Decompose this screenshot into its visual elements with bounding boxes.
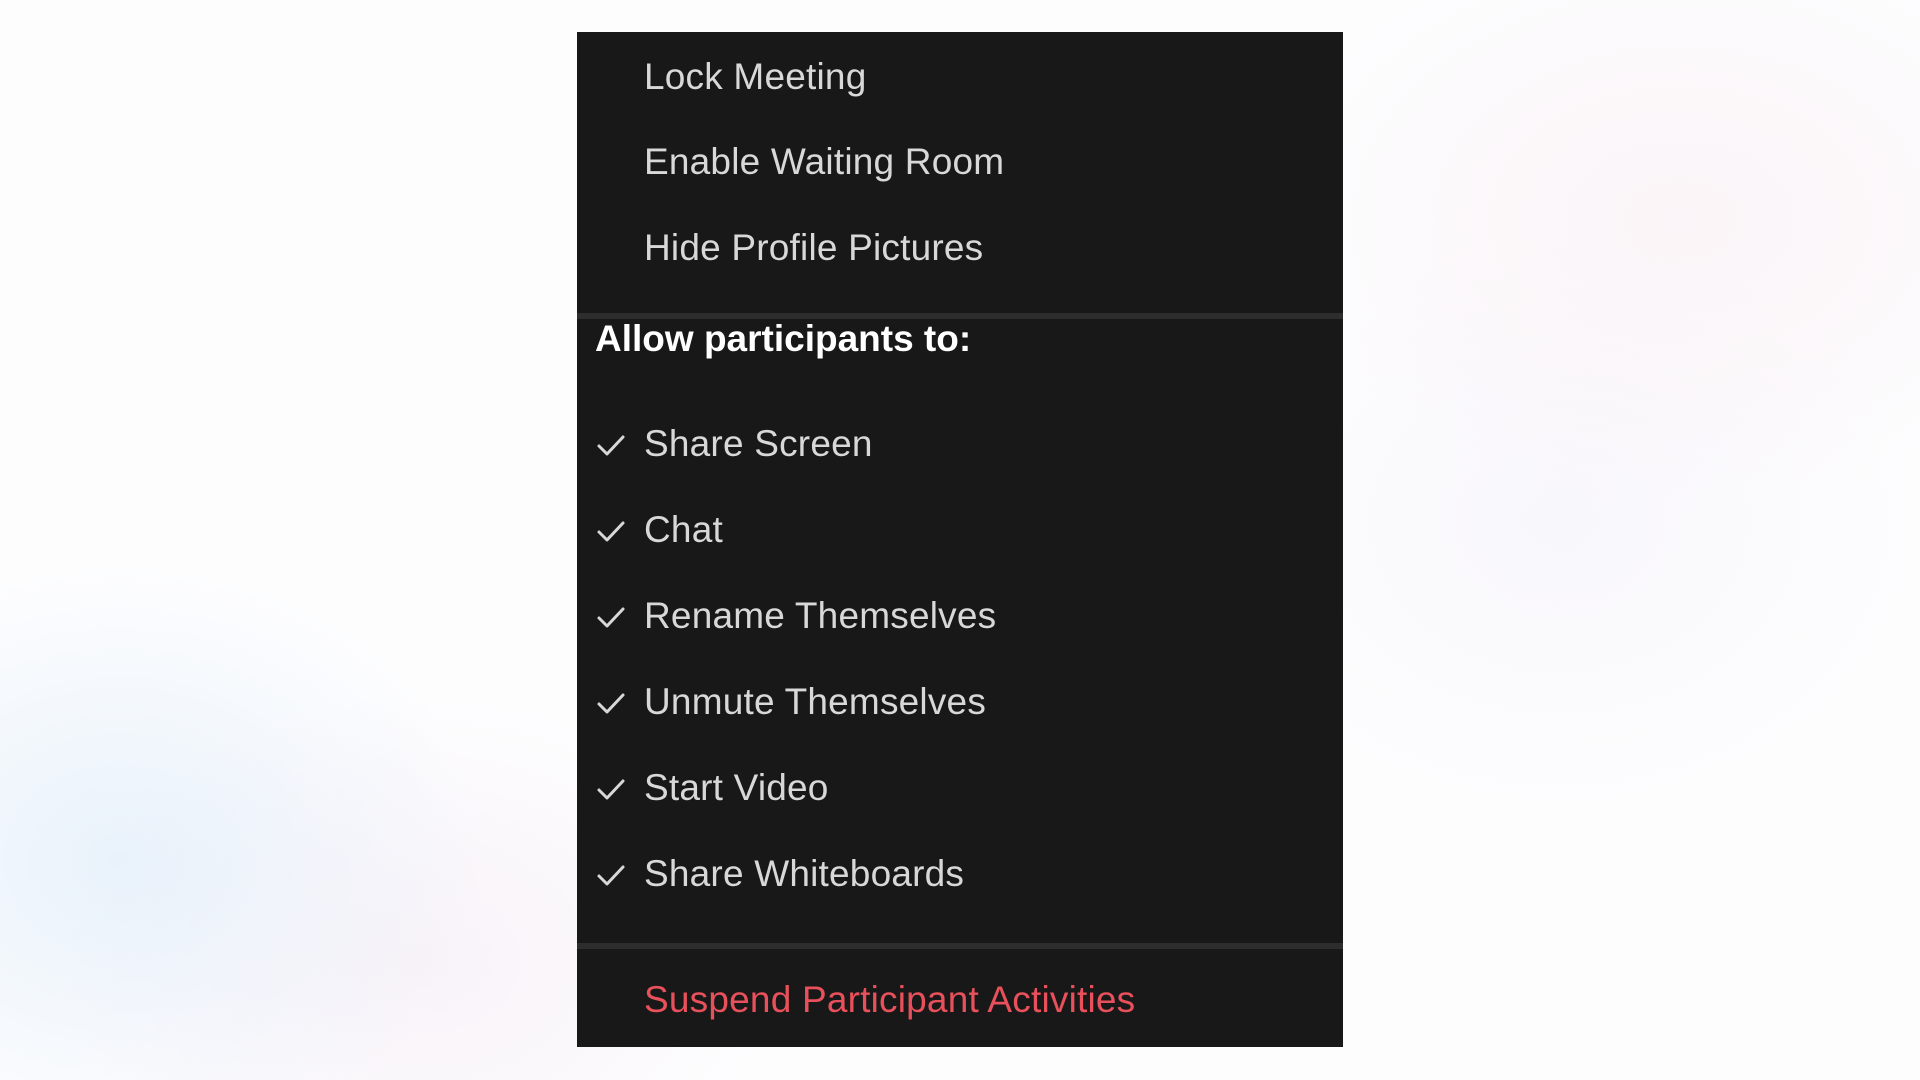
checkmark-icon	[596, 433, 628, 459]
menu-item-label: Enable Waiting Room	[644, 141, 1005, 182]
menu-item-label: Unmute Themselves	[644, 681, 987, 722]
suspend-participant-activities-button[interactable]: Suspend Participant Activities	[577, 949, 1343, 1047]
menu-item-label: Start Video	[644, 767, 829, 808]
section-header-label: Allow participants to:	[595, 318, 972, 359]
menu-item-chat[interactable]: Chat	[577, 485, 1343, 571]
menu-item-rename-themselves[interactable]: Rename Themselves	[577, 571, 1343, 657]
menu-item-label: Rename Themselves	[644, 595, 997, 636]
checkmark-icon	[596, 863, 628, 889]
checkmark-icon	[596, 605, 628, 631]
checkmark-icon	[596, 777, 628, 803]
menu-item-share-whiteboards[interactable]: Share Whiteboards	[577, 829, 1343, 915]
menu-item-label: Chat	[644, 509, 723, 550]
menu-item-label: Share Screen	[644, 423, 873, 464]
menu-item-enable-waiting-room[interactable]: Enable Waiting Room	[577, 117, 1343, 203]
menu-item-label: Share Whiteboards	[644, 853, 965, 894]
checkmark-icon	[596, 519, 628, 545]
menu-item-hide-profile-pictures[interactable]: Hide Profile Pictures	[577, 203, 1343, 289]
menu-item-unmute-themselves[interactable]: Unmute Themselves	[577, 657, 1343, 743]
security-menu: Lock Meeting Enable Waiting Room Hide Pr…	[577, 32, 1343, 1047]
menu-item-label: Hide Profile Pictures	[644, 227, 984, 268]
menu-item-label: Suspend Participant Activities	[644, 979, 1136, 1020]
menu-item-share-screen[interactable]: Share Screen	[577, 399, 1343, 485]
checkmark-icon	[596, 691, 628, 717]
menu-item-lock-meeting[interactable]: Lock Meeting	[577, 32, 1343, 118]
menu-item-start-video[interactable]: Start Video	[577, 743, 1343, 829]
menu-item-label: Lock Meeting	[644, 56, 867, 97]
